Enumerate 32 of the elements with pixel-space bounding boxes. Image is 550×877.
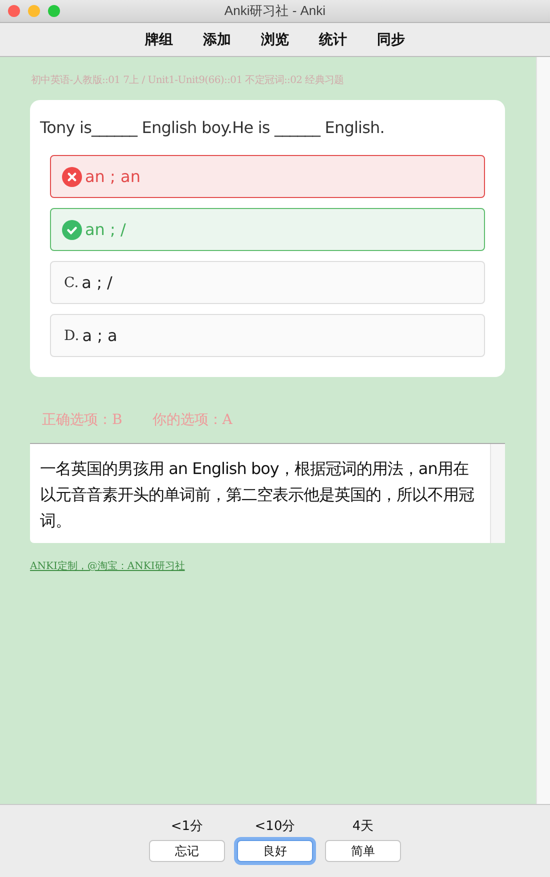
window-title: Anki研习社 - Anki bbox=[224, 3, 326, 18]
your-answer: 你的选项：A bbox=[152, 411, 232, 429]
interval-label: <10分 bbox=[254, 818, 296, 835]
option-letter: D. bbox=[63, 328, 80, 344]
answer-button[interactable]: 良好 bbox=[237, 840, 313, 862]
answer-button[interactable]: 忘记 bbox=[149, 840, 225, 862]
option-text: an ; an bbox=[85, 167, 140, 186]
toolbar-button[interactable]: 统计 bbox=[304, 30, 362, 48]
explanation-text: 一名英国的男孩用 an English boy，根据冠词的用法，an用在以元音音素开头的单词前，第二空表示他是英国的，所以不用冠词。 bbox=[39, 458, 475, 532]
check-circle-icon bbox=[62, 220, 82, 240]
deck-path: 初中英语-人教版::01 7上 / Unit1-Unit9(66)::01 不定冠词::02 经典习题 bbox=[31, 74, 344, 87]
scrollbar[interactable] bbox=[536, 57, 550, 804]
answer-option[interactable]: C. a ; / bbox=[50, 261, 485, 304]
scrollbar[interactable] bbox=[490, 444, 505, 543]
answer-option[interactable]: D. a ; a bbox=[50, 314, 485, 357]
option-letter: C. bbox=[63, 274, 79, 290]
toolbar-button[interactable]: 浏览 bbox=[246, 30, 304, 48]
option-text: a ; a bbox=[82, 326, 118, 345]
interval-label: <1分 bbox=[170, 818, 204, 835]
toolbar-button[interactable]: 同步 bbox=[362, 30, 420, 48]
answer-button[interactable]: 简单 bbox=[325, 840, 401, 862]
option-text: a ; / bbox=[82, 273, 112, 292]
close-button[interactable] bbox=[8, 5, 20, 17]
correct-answer: 正确选项：B bbox=[42, 411, 122, 429]
question-text: Tony is______ English boy.He is ______ English. bbox=[40, 118, 386, 137]
toolbar-button[interactable]: 添加 bbox=[188, 30, 246, 48]
toolbar-button[interactable]: 牌组 bbox=[130, 30, 188, 48]
minimize-button[interactable] bbox=[28, 5, 40, 17]
zoom-button[interactable] bbox=[48, 5, 60, 17]
option-text: an ; / bbox=[85, 220, 126, 239]
cross-circle-icon bbox=[62, 166, 82, 186]
interval-label: 4天 bbox=[352, 818, 374, 835]
